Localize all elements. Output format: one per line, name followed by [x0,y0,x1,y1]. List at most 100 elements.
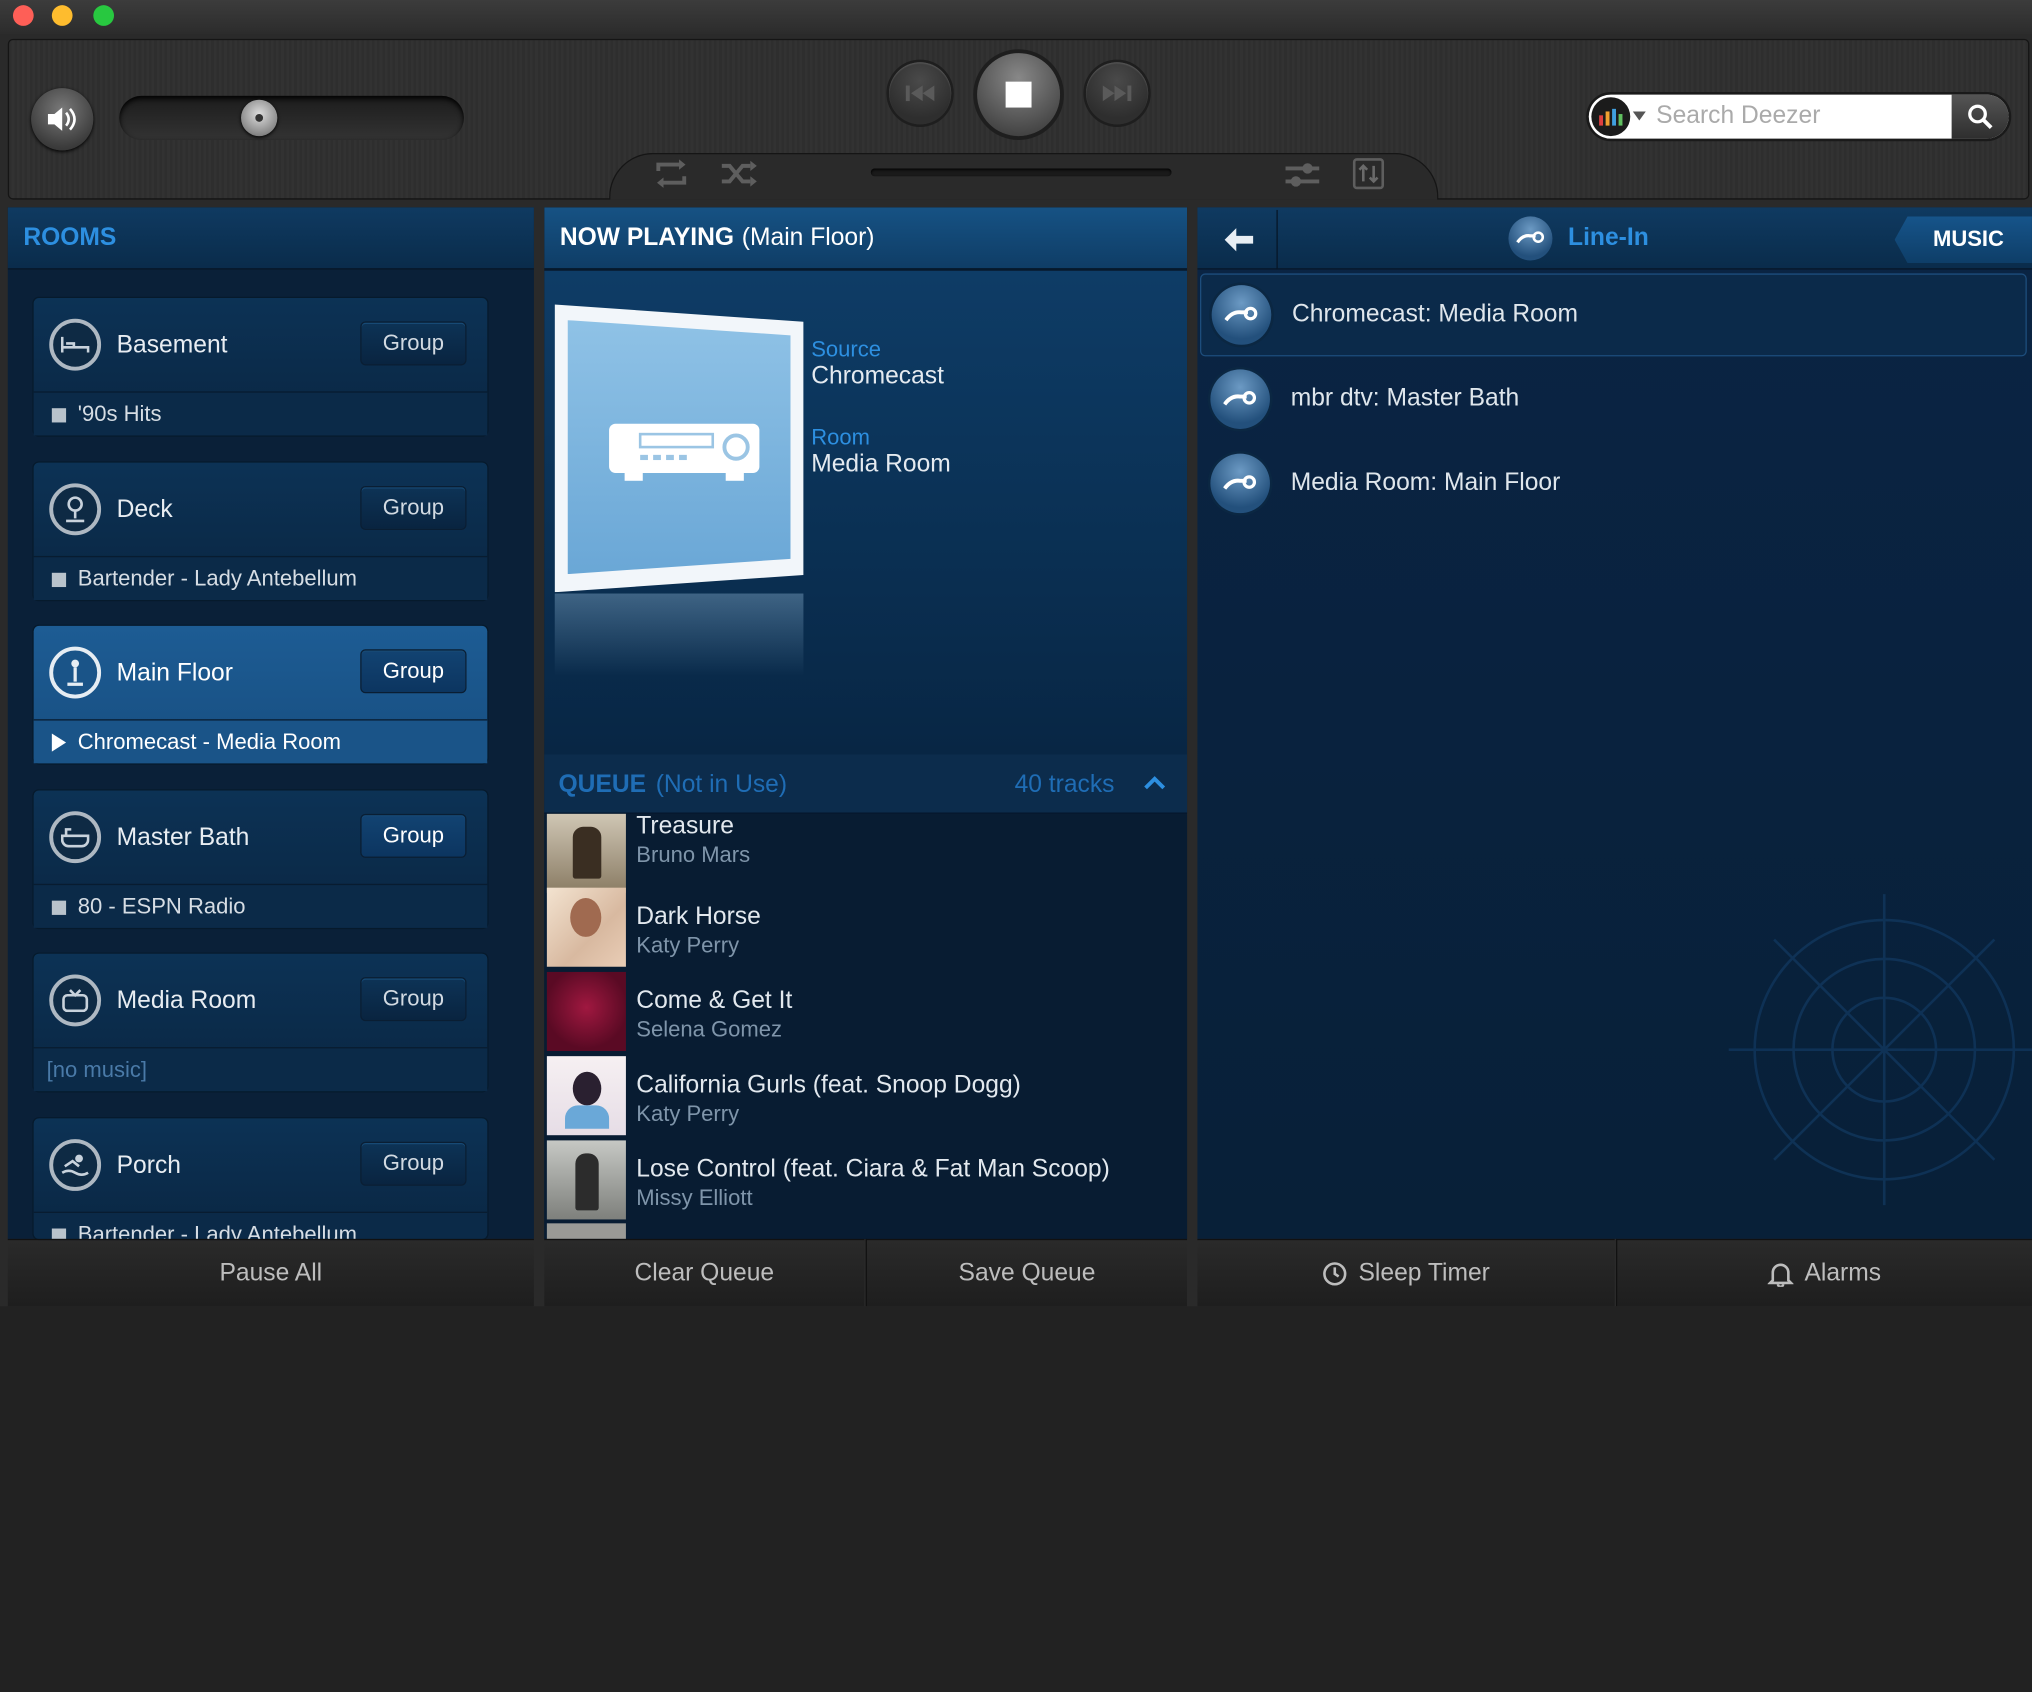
pause-all-button[interactable]: Pause All [7,1238,534,1307]
bathtub-icon [49,811,102,864]
line-in-source-name: mbr dtv: Master Bath [1290,384,1520,413]
room-card[interactable]: Master Bath Group 80 - ESPN Radio [33,790,488,928]
stop-button[interactable] [977,53,1061,137]
room-card[interactable]: Media Room Group [no music] [33,953,488,1092]
room-now-playing: 80 - ESPN Radio [77,894,246,919]
group-button[interactable]: Group [360,321,467,366]
room-name: Master Bath [116,824,250,852]
search-input[interactable] [1656,98,1950,135]
back-button[interactable] [1200,209,1278,270]
line-in-source-item[interactable]: Media Room: Main Floor [1200,442,2027,525]
group-button[interactable]: Group [360,485,467,531]
room-now-playing: [no music] [46,1057,148,1083]
stopped-icon [51,408,67,423]
previous-track-button[interactable] [888,62,952,125]
room-now-playing: Bartender - Lady Antebellum [77,566,357,591]
search-source-dropdown-icon[interactable] [1632,111,1646,121]
stopped-icon [51,572,67,588]
source-value: Chromecast [811,362,944,391]
track-progress-bar[interactable] [870,168,1172,177]
track-artist: Missy Elliott [636,1185,753,1211]
album-art-reflection [554,593,804,677]
bed-icon [49,318,102,371]
room-card[interactable]: Porch Group Bartender - Lady Antebellum [33,1118,488,1239]
queue-item[interactable]: California Gurls (feat. Snoop Dogg) Katy… [544,1054,1187,1138]
album-art [554,304,804,593]
shuffle-button[interactable] [719,158,758,196]
room-card[interactable]: Basement Group '90s Hits [33,298,488,436]
track-title: California Gurls (feat. Snoop Dogg) [636,1071,1021,1099]
queue-item[interactable]: Come & Get It Selena Gomez [544,969,1187,1053]
line-in-source-item[interactable]: mbr dtv: Master Bath [1200,358,2027,441]
group-button[interactable]: Group [360,813,467,858]
minimize-window-button[interactable] [51,5,73,26]
room-now-playing: Bartender - Lady Antebellum [77,1222,357,1239]
repeat-button[interactable] [653,158,689,196]
lamp-icon [49,646,102,699]
clear-queue-label: Clear Queue [634,1258,775,1287]
track-artist: Katy Perry [636,1101,740,1127]
zoom-window-button[interactable] [93,5,115,26]
alarms-label: Alarms [1804,1258,1882,1287]
clear-queue-button[interactable]: Clear Queue [544,1238,865,1307]
shuffle-icon [721,160,757,187]
album-thumbnail [546,887,626,967]
line-in-source-name: Chromecast: Media Room [1292,300,1579,328]
line-in-source-item[interactable]: Chromecast: Media Room [1200,273,2027,357]
stopped-icon [51,900,67,915]
close-window-button[interactable] [12,5,34,26]
group-button[interactable]: Group [360,1141,467,1186]
volume-slider[interactable] [119,95,464,140]
music-panel-title: Line-In [1568,224,1649,252]
previous-icon [905,85,935,102]
queue-item[interactable]: Treasure Bruno Mars [544,811,1187,895]
room-name: Media Room [116,987,257,1015]
line-in-icon [1210,453,1270,514]
search-icon [1968,104,1993,130]
now-playing-room: (Main Floor) [741,223,875,251]
bell-icon [1768,1262,1795,1287]
album-thumbnail [546,813,626,893]
sliders-icon [1285,163,1320,187]
track-artist: Selena Gomez [636,1017,783,1042]
line-in-icon [1211,285,1272,345]
search-button[interactable] [1951,94,2009,139]
room-name: Basement [116,331,228,359]
stopped-icon [51,1228,67,1239]
track-title: Lose Control (feat. Ciara & Fat Man Scoo… [636,1155,1110,1184]
next-track-button[interactable] [1085,62,1149,125]
mute-button[interactable] [31,88,94,151]
alarms-button[interactable]: Alarms [1615,1238,2032,1307]
play-icon [51,733,67,752]
track-artist: Bruno Mars [636,842,751,867]
save-queue-button[interactable]: Save Queue [865,1238,1188,1307]
album-thumbnail [546,1056,626,1136]
queue-item[interactable]: Dark Horse Katy Perry [544,885,1187,969]
track-title: Dark Horse [636,903,761,931]
next-icon [1102,85,1132,102]
track-title: Treasure [636,812,734,840]
room-now-playing: Chromecast - Media Room [77,729,341,755]
volume-slider-knob[interactable] [241,99,278,137]
queue-item[interactable]: Lose Control (feat. Ciara & Fat Man Scoo… [544,1138,1187,1222]
chevron-up-icon[interactable] [1143,775,1166,791]
now-playing-header: NOW PLAYING (Main Floor) [544,207,1188,270]
crossfade-button[interactable] [1352,158,1385,190]
line-in-source-name: Media Room: Main Floor [1290,469,1561,497]
deezer-logo-icon[interactable] [1591,97,1631,137]
sleep-timer-button[interactable]: Sleep Timer [1197,1238,1615,1307]
music-tab[interactable]: MUSIC [1894,216,2032,264]
receiver-icon [609,423,760,481]
room-card-selected[interactable]: Main Floor Group Chromecast - Media Room [33,625,488,764]
group-button[interactable]: Group [360,977,467,1022]
group-button[interactable]: Group [360,649,467,694]
queue-header[interactable]: QUEUE (Not in Use) 40 tracks [544,754,1188,814]
repeat-icon [656,159,687,188]
swimmer-icon [49,1139,102,1191]
back-arrow-icon [1223,228,1253,252]
equalizer-button[interactable] [1283,159,1322,197]
room-card[interactable]: Deck Group Bartender - Lady Antebellum [33,462,488,601]
queue-status: (Not in Use) [655,771,788,799]
save-queue-label: Save Queue [958,1258,1096,1287]
speaker-icon [47,107,76,131]
